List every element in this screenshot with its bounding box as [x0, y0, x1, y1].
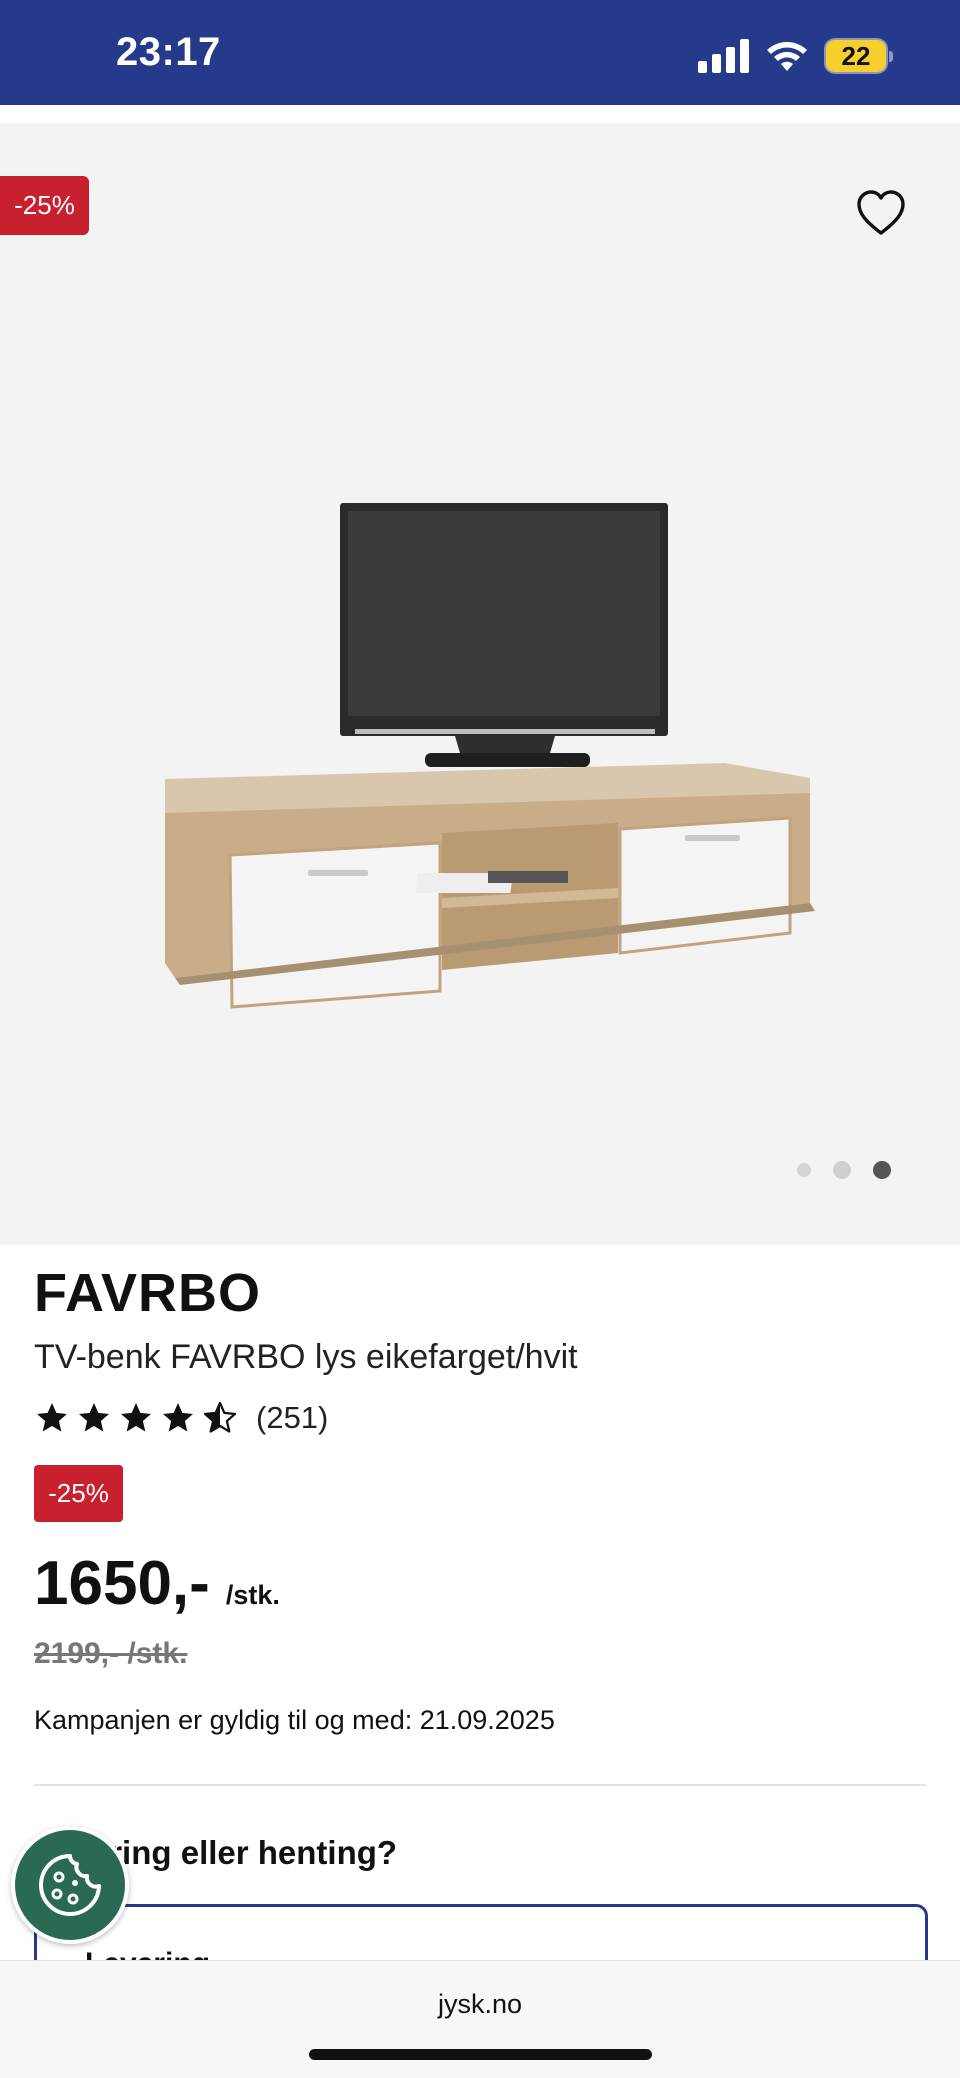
cookie-icon [39, 1854, 101, 1916]
status-icons: 22 [698, 36, 893, 76]
cookie-settings-button[interactable] [11, 1826, 129, 1944]
star-full-icon [121, 1403, 151, 1432]
heart-icon[interactable] [855, 189, 907, 237]
section-divider [34, 1784, 926, 1786]
signal-icon [698, 39, 749, 73]
pagination-dot[interactable] [797, 1163, 811, 1177]
battery-icon: 22 [824, 38, 893, 74]
pagination-dot[interactable] [833, 1161, 851, 1179]
product-image [165, 503, 815, 1009]
current-price: 1650,- [34, 1549, 210, 1618]
home-indicator[interactable] [309, 2049, 652, 2060]
gallery-pagination[interactable] [797, 1161, 891, 1179]
status-time: 23:17 [116, 30, 221, 74]
price-block: 1650,- /stk. [34, 1548, 280, 1619]
pagination-dot-active[interactable] [873, 1161, 891, 1179]
browser-bottom-bar: jysk.no [0, 1960, 960, 2078]
wifi-icon [767, 42, 807, 71]
browser-url[interactable]: jysk.no [0, 1989, 960, 2020]
product-brand: FAVRBO [34, 1263, 262, 1323]
star-full-icon [79, 1403, 109, 1432]
rating-count[interactable]: (251) [256, 1400, 328, 1436]
product-title: TV-benk FAVRBO lys eikefarget/hvit [34, 1338, 578, 1376]
status-bar: 23:17 22 [0, 0, 960, 105]
star-full-icon [37, 1403, 67, 1432]
price-unit: /stk. [225, 1580, 280, 1610]
product-rating[interactable]: (251) [34, 1400, 328, 1436]
star-half-icon [203, 1401, 237, 1433]
gallery-discount-badge: -25% [0, 176, 89, 235]
header-gap [0, 105, 960, 123]
campaign-validity: Kampanjen er gyldig til og med: 21.09.20… [34, 1705, 555, 1735]
discount-badge: -25% [34, 1465, 123, 1522]
old-price: 2199,- /stk. [34, 1637, 188, 1670]
battery-level: 22 [826, 40, 893, 72]
product-gallery[interactable]: -25% [0, 123, 960, 1245]
star-full-icon [163, 1403, 193, 1432]
